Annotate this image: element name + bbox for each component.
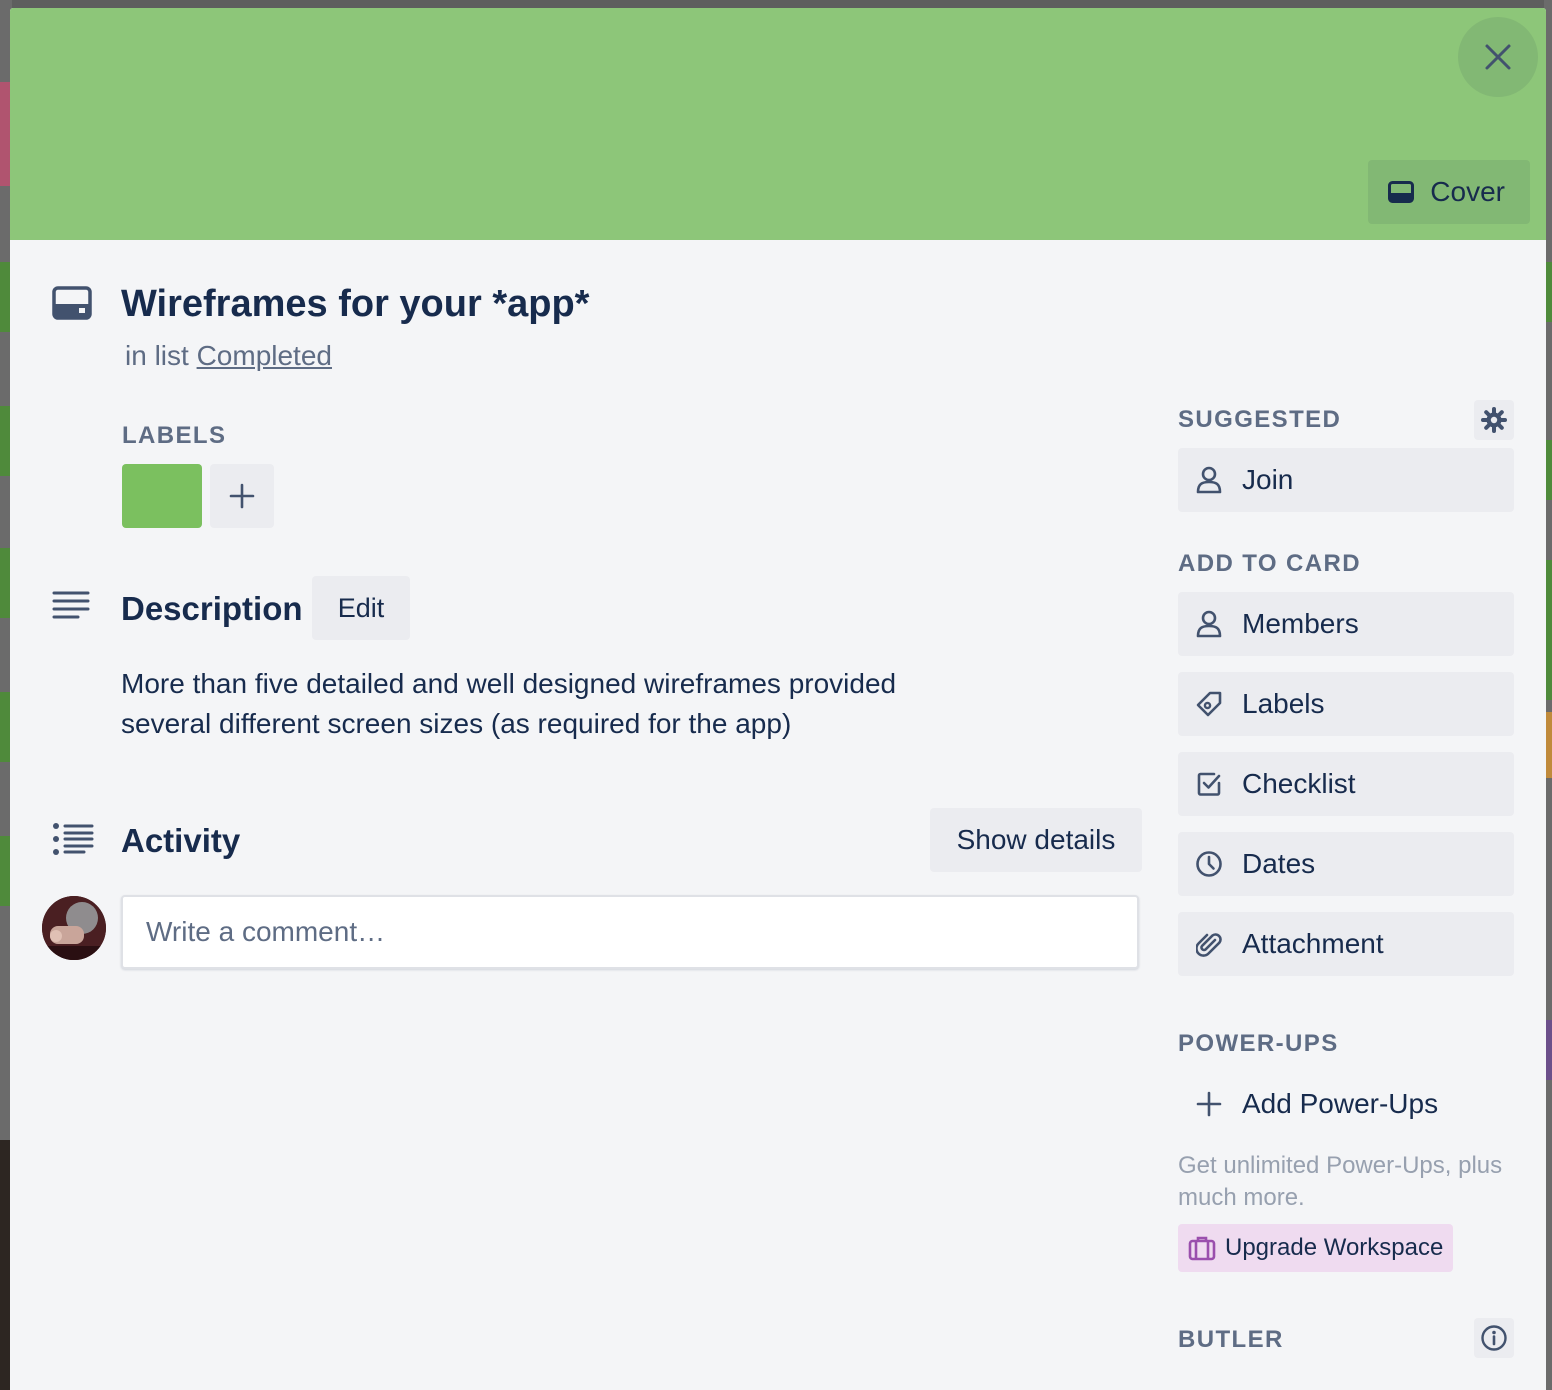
upgrade-workspace-button[interactable]: Upgrade Workspace xyxy=(1178,1224,1454,1272)
members-button[interactable]: Members xyxy=(1178,592,1514,656)
paperclip-icon xyxy=(1196,933,1222,957)
info-icon xyxy=(1481,1325,1507,1351)
card-icon xyxy=(1388,181,1415,203)
clock-icon xyxy=(1196,851,1222,877)
join-button[interactable]: Join xyxy=(1178,448,1514,512)
attachment-button[interactable]: Attachment xyxy=(1178,912,1514,976)
close-button[interactable] xyxy=(1458,17,1538,97)
labels-label: Labels xyxy=(1242,688,1325,719)
card-title[interactable]: Wireframes for your *app* xyxy=(121,280,589,328)
powerups-note: Get unlimited Power-Ups, plus much more. xyxy=(1178,1152,1503,1211)
cover-button[interactable]: Cover xyxy=(1368,160,1530,224)
description-icon xyxy=(52,591,90,619)
activity-heading: Activity xyxy=(121,822,241,859)
card-list-info: in list Completed xyxy=(125,338,332,374)
avatar[interactable] xyxy=(42,896,106,960)
card-icon xyxy=(52,286,92,320)
activity-icon xyxy=(53,823,94,855)
cover-button-label: Cover xyxy=(1430,176,1505,207)
add-powerups-button[interactable]: Add Power-Ups xyxy=(1178,1072,1514,1136)
suggested-heading: SUGGESTED xyxy=(1178,406,1342,433)
avatar-image xyxy=(42,896,106,960)
person-icon xyxy=(1196,466,1222,494)
label-chip-green[interactable] xyxy=(122,464,202,528)
add-powerups-label: Add Power-Ups xyxy=(1242,1088,1439,1119)
powerups-heading: POWER-UPS xyxy=(1178,1030,1339,1057)
plus-icon xyxy=(1196,1091,1222,1117)
attachment-label: Attachment xyxy=(1242,928,1384,959)
upgrade-workspace-label: Upgrade Workspace xyxy=(1225,1234,1444,1261)
show-details-button[interactable]: Show details xyxy=(930,808,1142,872)
butler-heading: BUTLER xyxy=(1178,1326,1284,1353)
briefcase-icon xyxy=(1188,1236,1216,1261)
edit-description-button[interactable]: Edit xyxy=(312,576,410,640)
suggested-settings-button[interactable] xyxy=(1474,400,1514,440)
comment-input[interactable] xyxy=(121,895,1139,969)
person-icon xyxy=(1196,610,1222,638)
labels-button[interactable]: Labels xyxy=(1178,672,1514,736)
checklist-icon xyxy=(1197,772,1221,796)
butler-info-button[interactable] xyxy=(1474,1318,1514,1358)
description-heading: Description xyxy=(121,590,303,627)
labels-heading: LABELS xyxy=(122,422,227,449)
members-label: Members xyxy=(1242,608,1359,639)
checklist-button[interactable]: Checklist xyxy=(1178,752,1514,816)
join-label: Join xyxy=(1242,464,1294,495)
gear-icon xyxy=(1481,407,1507,433)
close-icon xyxy=(1485,44,1511,70)
list-link[interactable]: Completed xyxy=(197,340,332,371)
checklist-label: Checklist xyxy=(1242,768,1356,799)
tag-icon xyxy=(1196,691,1222,717)
dates-button[interactable]: Dates xyxy=(1178,832,1514,896)
description-text[interactable]: More than five detailed and well designe… xyxy=(121,664,981,744)
add-label-button[interactable] xyxy=(210,464,274,528)
card-detail-modal: Cover Wireframes for your *app* in list … xyxy=(10,8,1546,1390)
card-cover xyxy=(10,8,1546,240)
list-prefix: in list xyxy=(125,340,189,371)
plus-icon xyxy=(229,483,255,509)
dates-label: Dates xyxy=(1242,848,1316,879)
add-to-card-heading: ADD TO CARD xyxy=(1178,550,1361,577)
